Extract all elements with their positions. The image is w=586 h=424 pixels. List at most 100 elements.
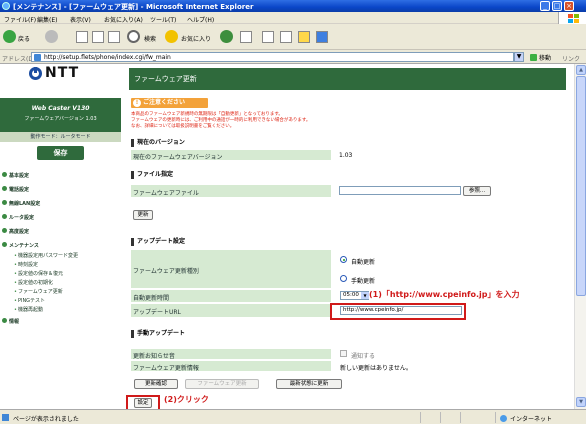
status-divider (420, 412, 421, 423)
close-button[interactable]: × (564, 1, 574, 11)
menu-bar: ファイル(F) 編集(E) 表示(V) お気に入り(A) ツール(T) ヘルプ(… (0, 12, 586, 24)
mail-icon[interactable] (240, 31, 252, 43)
bullet-icon (2, 172, 7, 177)
web-content: NTT Web Caster V130 ファームウェアバージョン 1.03 動作… (0, 64, 574, 409)
edit-icon[interactable] (280, 31, 292, 43)
sidebar-subitem-reboot[interactable]: 機器再起動 (14, 306, 43, 313)
notify-label: 更新お知らせ音 (133, 353, 175, 360)
sidebar-subitem-password[interactable]: 機器設定用パスワード変更 (14, 252, 78, 259)
update-type-row: ファームウェア更新種別 自動更新 手動更新 (131, 250, 564, 288)
sidebar-subitem-reset[interactable]: 設定値の初期化 (14, 279, 53, 286)
back-label[interactable]: 戻る (18, 34, 30, 43)
menu-edit[interactable]: 編集(E) (37, 15, 57, 24)
sidebar-subitem-backup[interactable]: 設定値の保存＆復元 (14, 270, 63, 277)
bullet-icon (2, 214, 7, 219)
notify-checkbox[interactable] (340, 350, 347, 357)
info-value: 新しい更新はありません。 (340, 365, 412, 372)
info-cell: 新しい更新はありません。 (331, 361, 564, 372)
notify-row: 更新お知らせ音 通知する (131, 349, 564, 360)
maximize-button[interactable]: □ (552, 1, 562, 11)
update-type-label: ファームウェア更新種別 (133, 268, 199, 275)
file-row: ファームウェアファイル 参照... (131, 185, 564, 197)
auto-time-select[interactable]: 05:00 ▼ (340, 291, 370, 300)
bullet-icon (2, 242, 7, 247)
file-label: ファームウェアファイル (133, 190, 199, 197)
sidebar-item-advanced[interactable]: 高度設定 (2, 228, 29, 235)
sidebar-item-label: 電話設定 (9, 187, 30, 193)
search-icon[interactable] (127, 30, 140, 43)
refresh-status-button[interactable]: 最新状態に更新 (276, 379, 342, 389)
ie-icon (2, 2, 10, 10)
messenger-icon[interactable] (316, 31, 328, 43)
address-bar: アドレス(D) http://setup.flets/phone/index.c… (0, 50, 586, 64)
sidebar-item-info[interactable]: 情報 (2, 318, 19, 325)
sidebar-subitem-time[interactable]: 時刻設定 (14, 261, 38, 268)
vertical-scrollbar[interactable]: ▲ ▼ (574, 64, 586, 409)
status-divider (495, 412, 496, 423)
minimize-button[interactable]: _ (540, 1, 550, 11)
address-dropdown-icon[interactable]: ▼ (514, 52, 524, 62)
save-button[interactable]: 保存 (37, 146, 84, 160)
sidebar: NTT Web Caster V130 ファームウェアバージョン 1.03 動作… (0, 64, 121, 409)
back-arrow-icon[interactable] (3, 30, 16, 43)
scroll-down-icon[interactable]: ▼ (576, 397, 586, 407)
check-update-button[interactable]: 更新確認 (134, 379, 178, 389)
page-icon (2, 414, 9, 421)
favorites-label[interactable]: お気に入り (181, 34, 211, 43)
file-cell: 参照... (331, 185, 564, 197)
auto-time-label: 自動更新時間 (133, 295, 170, 302)
update-file-button[interactable]: 更新 (133, 210, 153, 220)
firmware-version-label: ファームウェアバージョン 1.03 (24, 116, 97, 122)
history-icon[interactable] (220, 30, 233, 43)
go-button[interactable]: 移動 (530, 53, 551, 62)
main-panel: ファームウェア更新 ! ご注意ください 本商品のファームウェア新規時の無期限は「… (129, 64, 574, 409)
home-icon[interactable] (108, 31, 120, 43)
menu-favorites[interactable]: お気に入り(A) (104, 15, 143, 24)
menu-help[interactable]: ヘルプ(H) (187, 15, 214, 24)
step2-annotation: (2)クリック (164, 394, 209, 405)
refresh-icon[interactable] (92, 31, 104, 43)
ntt-ring-icon (29, 67, 42, 80)
sidebar-item-router[interactable]: ルータ設定 (2, 214, 34, 221)
status-divider (440, 412, 441, 423)
sidebar-item-wlan[interactable]: 無線LAN設定 (2, 200, 40, 207)
url-highlight-box (330, 303, 466, 320)
browse-button[interactable]: 参照... (463, 186, 491, 196)
menu-file[interactable]: ファイル(F) (4, 15, 36, 24)
print-icon[interactable] (262, 31, 274, 43)
current-version-value: 1.03 (339, 152, 353, 159)
menu-tools[interactable]: ツール(T) (150, 15, 176, 24)
exclamation-icon: ! (133, 99, 141, 107)
bullet-icon (2, 200, 7, 205)
sidebar-item-label: 情報 (9, 319, 20, 325)
globe-icon (500, 415, 507, 422)
search-label[interactable]: 検索 (144, 34, 156, 43)
chevron-down-icon: ▼ (361, 292, 369, 299)
stop-icon[interactable] (76, 31, 88, 43)
window-title: [メンテナンス] - [ファームウェア更新] - Microsoft Inter… (13, 3, 254, 11)
folder-icon[interactable] (298, 31, 310, 43)
scroll-thumb[interactable] (576, 76, 586, 296)
section-current-version: 現在のバージョン (131, 139, 185, 147)
set-highlight-box (126, 395, 160, 409)
favorites-star-icon[interactable] (165, 30, 178, 43)
windows-logo-icon (558, 12, 586, 24)
forward-arrow-icon[interactable] (45, 30, 58, 43)
sidebar-subitem-firmware[interactable]: ファームウェア更新 (14, 288, 63, 295)
auto-update-radio[interactable] (340, 256, 347, 263)
firmware-update-button[interactable]: ファームウェア更新 (185, 379, 259, 389)
auto-update-label[interactable]: 自動更新 (351, 257, 375, 266)
address-input[interactable]: http://setup.flets/phone/index.cgi/fw_ma… (31, 52, 514, 62)
firmware-file-input[interactable] (339, 186, 461, 195)
manual-update-label[interactable]: 手動更新 (351, 276, 375, 285)
sidebar-item-phone[interactable]: 電話設定 (2, 186, 29, 193)
sidebar-item-maintenance[interactable]: メンテナンス (2, 242, 39, 249)
bullet-icon (2, 228, 7, 233)
links-label[interactable]: リンク (562, 54, 580, 63)
manual-update-radio[interactable] (340, 275, 347, 282)
menu-view[interactable]: 表示(V) (70, 15, 91, 24)
sidebar-item-label: メンテナンス (9, 243, 39, 249)
sidebar-subitem-ping[interactable]: PINGテスト (14, 297, 45, 304)
sidebar-item-basic[interactable]: 基本設定 (2, 172, 29, 179)
scroll-up-icon[interactable]: ▲ (576, 65, 586, 75)
